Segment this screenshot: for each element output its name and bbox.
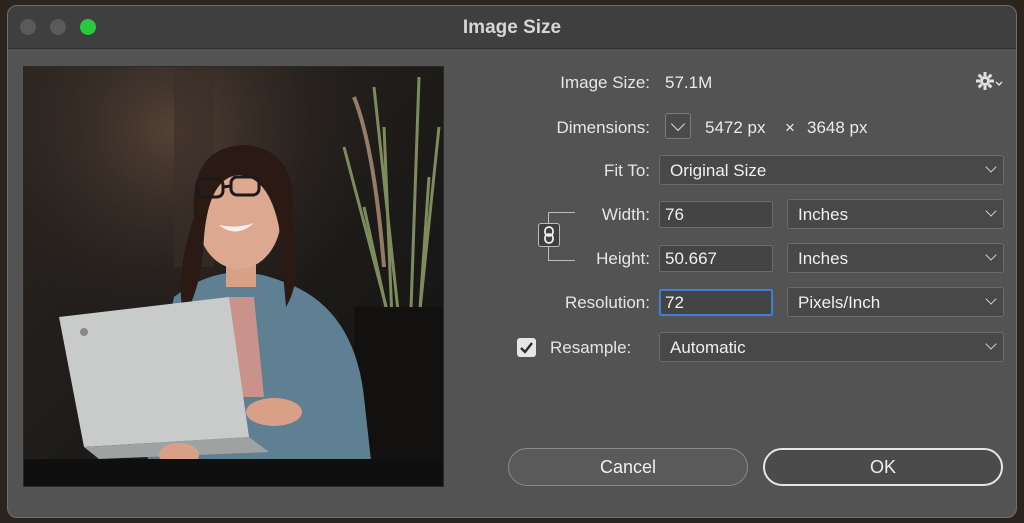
resample-value: Automatic — [670, 338, 746, 357]
image-preview[interactable] — [23, 66, 444, 487]
settings-menu[interactable] — [975, 70, 1003, 97]
title-bar: Image Size — [8, 6, 1016, 49]
height-unit-value: Inches — [798, 249, 849, 268]
height-input[interactable]: 50.667 — [659, 245, 773, 272]
chain-link-icon — [544, 226, 554, 244]
chevron-down-icon — [985, 338, 997, 350]
resolution-label: Resolution: — [564, 293, 650, 312]
fit-to-label: Fit To: — [604, 161, 650, 180]
chevron-down-icon — [985, 205, 997, 217]
width-unit-select[interactable]: Inches — [787, 199, 1004, 229]
image-size-label: Image Size: — [560, 73, 650, 92]
fit-to-value: Original Size — [670, 161, 767, 180]
chevron-down-icon — [985, 293, 997, 305]
resample-select[interactable]: Automatic — [659, 332, 1004, 362]
resolution-unit-value: Pixels/Inch — [798, 293, 881, 312]
dialog-title: Image Size — [462, 17, 562, 38]
resolution-unit-select[interactable]: Pixels/Inch — [787, 287, 1004, 317]
fit-to-select[interactable]: Original Size — [659, 155, 1004, 185]
checkmark-icon — [520, 342, 533, 354]
dimensions-width: 5472 px — [705, 118, 766, 137]
height-unit-select[interactable]: Inches — [787, 243, 1004, 273]
dimensions-height: 3648 px — [807, 118, 868, 137]
image-size-dialog: Image Size Image Size: 57.1M Dimensions:… — [7, 5, 1017, 518]
resolution-input[interactable]: 72 — [659, 289, 773, 316]
dimensions-label: Dimensions: — [556, 118, 650, 137]
constrain-proportions-toggle[interactable] — [538, 223, 560, 247]
dimensions-times: × — [785, 118, 795, 137]
chevron-down-icon — [985, 249, 997, 261]
image-size-value: 57.1M — [665, 73, 713, 92]
chevron-down-icon — [985, 161, 997, 173]
preview-photo — [24, 67, 443, 486]
dimensions-units-dropdown[interactable] — [665, 113, 691, 139]
gear-icon — [976, 72, 1003, 90]
constrain-bracket-top — [548, 212, 575, 213]
chevron-down-icon — [670, 116, 686, 132]
resample-checkbox[interactable] — [517, 338, 536, 357]
width-unit-value: Inches — [798, 205, 849, 224]
ok-button[interactable]: OK — [763, 448, 1003, 486]
height-label: Height: — [596, 249, 650, 268]
cancel-button[interactable]: Cancel — [508, 448, 748, 486]
width-input[interactable]: 76 — [659, 201, 773, 228]
resample-label: Resample: — [550, 338, 632, 357]
width-label: Width: — [601, 205, 650, 224]
